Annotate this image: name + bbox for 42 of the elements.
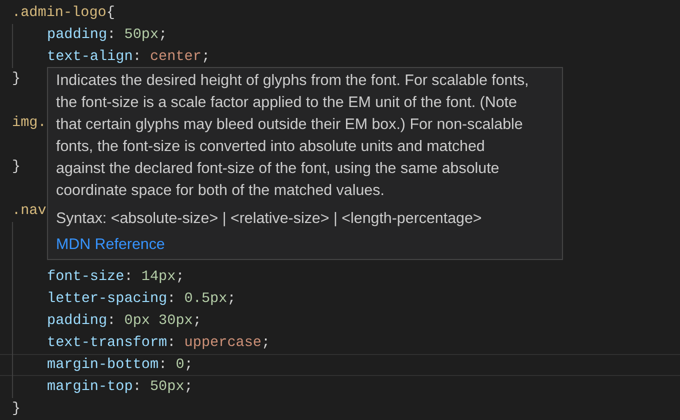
code-token: ; [184, 356, 193, 375]
code-token: letter-spacing [47, 290, 168, 309]
code-token: : [167, 290, 177, 309]
code-token: : [107, 312, 117, 331]
code-token: ; [192, 312, 202, 331]
code-token: } [12, 70, 21, 89]
code-token: text-transform [47, 334, 168, 353]
code-token: : [167, 334, 177, 353]
code-token: : [132, 48, 142, 67]
code-token: 50px [124, 26, 159, 45]
code-token: 0.5px [184, 290, 228, 309]
code-token: { [106, 4, 115, 23]
code-token: ; [176, 268, 184, 287]
code-token: 50px [150, 378, 184, 397]
code-token: padding [47, 26, 108, 45]
code-token: padding [47, 312, 108, 331]
code-token: .nav [12, 202, 46, 221]
code-token: 0px 30px [124, 312, 193, 331]
code-token: 0 [176, 356, 184, 375]
code-token: img. [12, 114, 46, 133]
code-token: ; [158, 26, 168, 45]
code-token: margin-bottom [47, 356, 159, 375]
code-token: : [132, 378, 142, 397]
code-token: .admin-logo [12, 4, 106, 23]
code-token: ; [184, 378, 193, 397]
property-description: Indicates the desired height of glyphs from the font. For scalable fonts, the font-size is a scale factor applied to the EM unit of the font. (Note that certain glyphs may bleed outside their EM box.) For non-scalable fonts, the font-size is converted into absolute units and matched against the declared font-size of the font, using the same absolute coordinate space for both of the matched values. [56, 71, 530, 201]
code-token: : [124, 268, 134, 287]
code-token: } [12, 158, 21, 177]
code-token: text-align [47, 48, 133, 67]
mdn-reference-link[interactable]: MDN Reference [56, 234, 165, 256]
code-token: } [12, 400, 21, 419]
code-token: uppercase [184, 334, 262, 353]
code-token: ; [201, 48, 210, 67]
code-token: font-size [47, 268, 124, 287]
code-token: 14px [141, 268, 176, 287]
code-token: : [158, 356, 168, 375]
code-token: margin-top [47, 378, 133, 397]
syntax-text: Syntax: <absolute-size> | <relative-size> | <length-percentage> [56, 209, 483, 229]
code-token: ; [227, 290, 236, 309]
code-token: center [150, 48, 202, 67]
code-token: : [107, 26, 117, 45]
code-token: ; [262, 334, 270, 353]
